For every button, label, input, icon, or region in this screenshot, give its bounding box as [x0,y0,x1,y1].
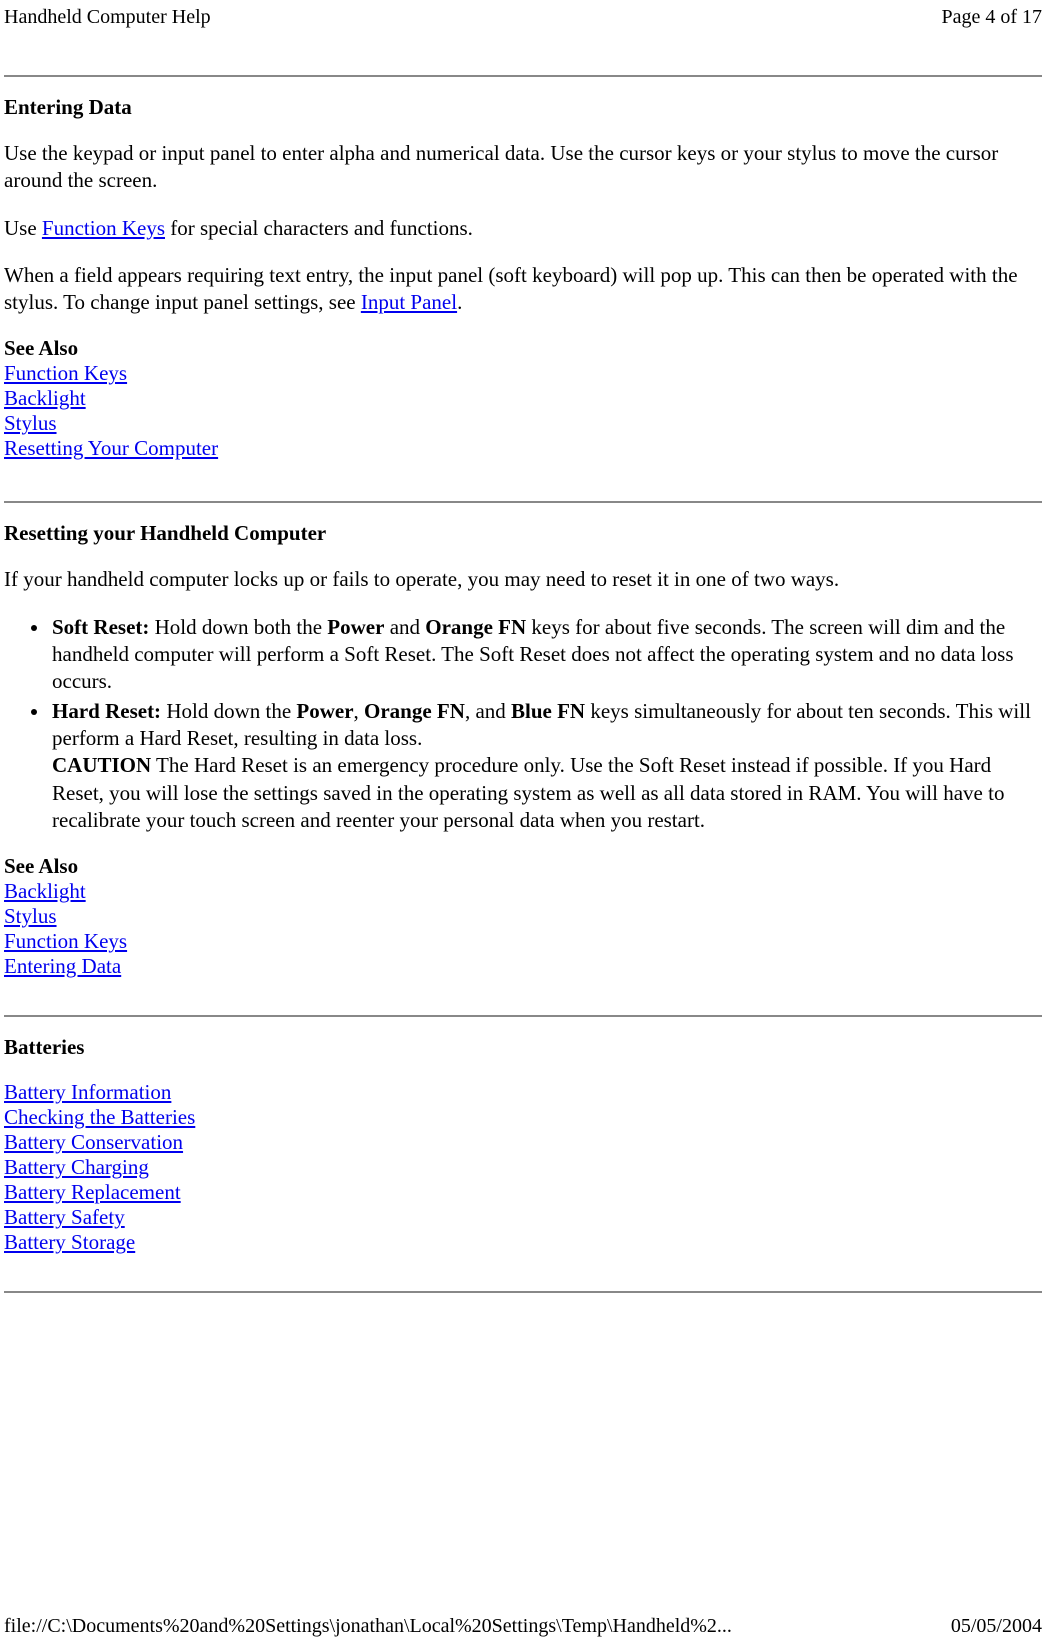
text: . [457,290,462,314]
link-battery-charging[interactable]: Battery Charging [4,1155,149,1180]
text: , [354,699,365,723]
text: Hold down the [161,699,296,723]
key-blue-fn: Blue FN [511,699,585,723]
key-power: Power [296,699,353,723]
link-stylus[interactable]: Stylus [4,904,57,929]
divider [4,75,1042,77]
doc-title: Handheld Computer Help [4,6,211,29]
text: , and [465,699,511,723]
link-entering-data[interactable]: Entering Data [4,954,121,979]
label-soft-reset: Soft Reset: [52,615,149,639]
reset-list: Soft Reset: Hold down both the Power and… [4,614,1042,834]
see-also-block: See Also Function Keys Backlight Stylus … [4,336,1042,461]
link-checking-the-batteries[interactable]: Checking the Batteries [4,1105,195,1130]
see-also-label: See Also [4,336,1042,361]
text: Use [4,216,42,240]
print-date: 05/05/2004 [951,1615,1042,1638]
list-item-hard-reset: Hard Reset: Hold down the Power, Orange … [50,698,1042,834]
key-power: Power [327,615,384,639]
page-content: Entering Data Use the keypad or input pa… [0,29,1050,1293]
see-also-block: See Also Backlight Stylus Function Keys … [4,854,1042,979]
link-battery-conservation[interactable]: Battery Conservation [4,1130,183,1155]
link-resetting-your-computer[interactable]: Resetting Your Computer [4,436,218,461]
label-hard-reset: Hard Reset: [52,699,161,723]
link-battery-replacement[interactable]: Battery Replacement [4,1180,181,1205]
link-function-keys[interactable]: Function Keys [4,929,127,954]
link-backlight[interactable]: Backlight [4,386,86,411]
text: for special characters and functions. [165,216,473,240]
link-battery-information[interactable]: Battery Information [4,1080,171,1105]
section-heading-resetting: Resetting your Handheld Computer [4,521,1042,546]
link-battery-safety[interactable]: Battery Safety [4,1205,125,1230]
paragraph: Use Function Keys for special characters… [4,215,1042,242]
text: Hold down both the [149,615,327,639]
print-header: Handheld Computer Help Page 4 of 17 [0,0,1050,29]
link-list: Backlight Stylus Function Keys Entering … [4,879,1042,979]
paragraph: If your handheld computer locks up or fa… [4,566,1042,593]
key-orange-fn: Orange FN [364,699,465,723]
link-function-keys[interactable]: Function Keys [42,216,165,240]
list-item-soft-reset: Soft Reset: Hold down both the Power and… [50,614,1042,696]
print-footer: file://C:\Documents%20and%20Settings\jon… [4,1615,1042,1638]
see-also-label: See Also [4,854,1042,879]
text: and [384,615,425,639]
section-heading-entering-data: Entering Data [4,95,1042,120]
divider [4,1015,1042,1017]
link-stylus[interactable]: Stylus [4,411,57,436]
link-list: Battery Information Checking the Batteri… [4,1080,1042,1255]
link-input-panel[interactable]: Input Panel [361,290,457,314]
section-heading-batteries: Batteries [4,1035,1042,1060]
divider [4,501,1042,503]
paragraph: When a field appears requiring text entr… [4,262,1042,317]
file-path: file://C:\Documents%20and%20Settings\jon… [4,1615,732,1638]
link-battery-storage[interactable]: Battery Storage [4,1230,135,1255]
link-backlight[interactable]: Backlight [4,879,86,904]
divider [4,1291,1042,1293]
page-indicator: Page 4 of 17 [941,6,1042,29]
label-caution: CAUTION [52,753,151,777]
key-orange-fn: Orange FN [425,615,526,639]
link-list: Function Keys Backlight Stylus Resetting… [4,361,1042,461]
text: When a field appears requiring text entr… [4,263,1018,314]
link-function-keys[interactable]: Function Keys [4,361,127,386]
paragraph: Use the keypad or input panel to enter a… [4,140,1042,195]
text: The Hard Reset is an emergency procedure… [52,753,1004,832]
